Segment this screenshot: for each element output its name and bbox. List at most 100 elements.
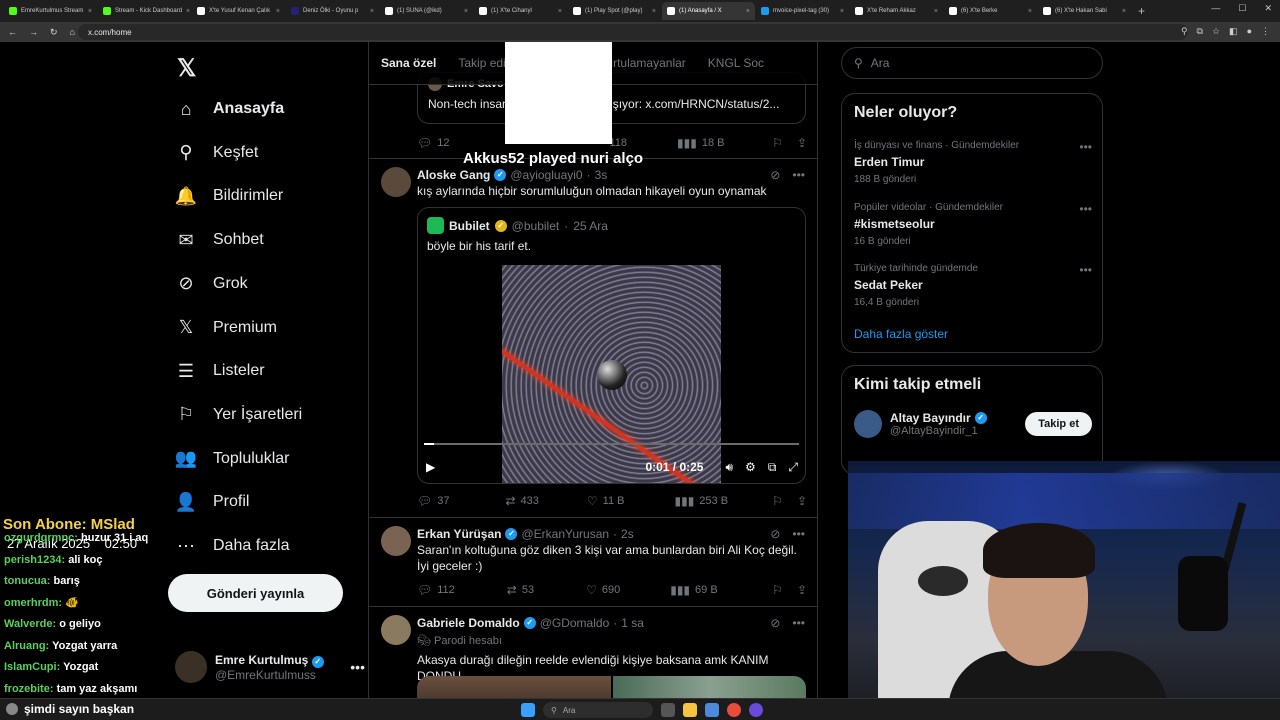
tab-following[interactable]: Takip edi	[458, 56, 505, 70]
tab-kngl[interactable]: KNGL Soc	[708, 56, 764, 70]
more-options-icon[interactable]: •••	[792, 168, 805, 182]
reply-button[interactable]: 💬︎ 112	[417, 583, 455, 597]
extension-icon[interactable]: ◧	[1229, 26, 1238, 37]
obs-icon[interactable]	[749, 703, 763, 717]
nav-item-bell[interactable]: 🔔 Bildirimler	[175, 176, 283, 216]
volume-icon[interactable]: 🔊︎	[725, 460, 733, 475]
tab-close-icon[interactable]: ×	[934, 8, 938, 15]
browser-tab[interactable]: X'te Yusuf Kenan Çalık ×	[192, 2, 285, 20]
tweet-author-name[interactable]: Aloske Gang	[417, 168, 490, 182]
views-button[interactable]: ▮▮▮ 18 B	[677, 136, 724, 150]
browser-tab[interactable]: X'te Reham Akkaz ×	[850, 2, 943, 20]
video-thumbnail[interactable]	[502, 265, 721, 483]
tweet-author-name[interactable]: Gabriele Domaldo	[417, 616, 520, 630]
trend-more-icon[interactable]: •••	[1079, 202, 1092, 216]
views-button[interactable]: ▮▮▮ 253 B	[674, 494, 728, 508]
tab-for-you[interactable]: Sana özel	[381, 56, 436, 70]
share-button[interactable]: ⇪	[797, 494, 807, 508]
browser-tab[interactable]: (6) X'te Berke ×	[944, 2, 1037, 20]
new-tab-icon[interactable]: +	[1138, 4, 1145, 18]
photo[interactable]	[612, 676, 806, 698]
taskbar-search[interactable]: ⚲ Ara	[543, 702, 653, 718]
quoted-tweet-card[interactable]: Bubilet ✓ @bubilet · 25 Ara böyle bir hi…	[417, 207, 806, 484]
tab-close-icon[interactable]: ×	[370, 8, 374, 15]
nav-item-profile[interactable]: 👤 Profil	[175, 482, 250, 522]
bookmark-button[interactable]: ⚐	[772, 136, 783, 150]
nav-item-more[interactable]: ⋯ Daha fazla	[175, 526, 290, 566]
trend-item[interactable]: İş dünyası ve finans · Gündemdekiler Erde…	[854, 140, 1092, 185]
browser-tab[interactable]: EmreKurtulmus Stream ×	[4, 2, 97, 20]
bookmark-button[interactable]: ⚐	[772, 494, 783, 508]
browser-tab[interactable]: (1) SUNA (@ikd) ×	[380, 2, 473, 20]
x-logo-icon[interactable]: 𝕏	[177, 54, 196, 83]
more-options-icon[interactable]: •••	[792, 527, 805, 541]
share-icon[interactable]: ⧉	[1197, 26, 1203, 37]
reload-icon[interactable]: ↻	[50, 27, 58, 38]
grok-icon[interactable]: ⊘	[770, 527, 780, 541]
windows-start-icon[interactable]	[521, 703, 535, 717]
maximize-icon[interactable]: ☐	[1238, 3, 1246, 14]
tab-close-icon[interactable]: ×	[746, 8, 750, 15]
nav-item-bookmark[interactable]: ⚐ Yer İşaretleri	[175, 395, 302, 435]
tweet-photos[interactable]	[417, 676, 806, 698]
grok-icon[interactable]: ⊘	[770, 168, 780, 182]
retweet-button[interactable]: ⇄ 433	[505, 494, 538, 508]
store-icon[interactable]	[705, 703, 719, 717]
close-window-icon[interactable]: ✕	[1264, 3, 1272, 14]
settings-gear-icon[interactable]: ⚙	[745, 460, 756, 474]
browser-tab[interactable]: Stream - Kick Dashboard ×	[98, 2, 191, 20]
zoom-icon[interactable]: ⚲	[1181, 26, 1188, 37]
video-progress-bar[interactable]	[424, 443, 799, 445]
avatar[interactable]	[381, 526, 411, 556]
nav-item-mail[interactable]: ✉ Sohbet	[175, 220, 263, 260]
reply-button[interactable]: 💬︎ 37	[417, 494, 449, 508]
tab-close-icon[interactable]: ×	[652, 8, 656, 15]
account-switcher[interactable]: Emre Kurtulmuş ✓ @EmreKurtulmuss •••	[175, 642, 365, 692]
browser-tab[interactable]: (1) Play Spot (@play) ×	[568, 2, 661, 20]
follow-suggestion[interactable]: Altay Bayındır ✓ @AltayBayindir_1 Takip e…	[854, 410, 1092, 438]
pip-icon[interactable]: ⧉	[768, 460, 777, 475]
nav-item-communities[interactable]: 👥 Topluluklar	[175, 439, 290, 479]
file-explorer-icon[interactable]	[683, 703, 697, 717]
views-button[interactable]: ▮▮▮ 69 B	[670, 583, 717, 597]
avatar[interactable]	[381, 167, 411, 197]
browser-tab[interactable]: (6) X'te Hakan Sabi ×	[1038, 2, 1131, 20]
account-more-icon[interactable]: •••	[350, 659, 365, 675]
tab-close-icon[interactable]: ×	[558, 8, 562, 15]
tab-close-icon[interactable]: ×	[1122, 8, 1126, 15]
trend-item[interactable]: Türkiye tarihinde gündemde Sedat Peker 16,…	[854, 263, 1092, 308]
tab-close-icon[interactable]: ×	[276, 8, 280, 15]
menu-icon[interactable]: ⋮	[1261, 26, 1270, 37]
nav-item-search[interactable]: ⚲ Keşfet	[175, 133, 258, 173]
nav-item-grok[interactable]: ⊘ Grok	[175, 264, 247, 304]
tweet-time[interactable]: 2s	[621, 527, 634, 541]
profile-avatar-icon[interactable]: ●	[1247, 26, 1252, 37]
tweet-handle[interactable]: @ErkanYurusan	[521, 527, 609, 541]
tweet-time[interactable]: 1 sa	[621, 616, 644, 630]
fullscreen-icon[interactable]: ⤢	[788, 460, 798, 475]
minimize-icon[interactable]: —	[1211, 3, 1220, 14]
bookmark-star-icon[interactable]: ☆	[1212, 26, 1220, 37]
share-button[interactable]: ⇪	[797, 136, 807, 150]
post-button[interactable]: Gönderi yayınla	[168, 574, 343, 612]
browser-tab[interactable]: (1) Anasayfa / X ×	[662, 2, 755, 20]
grok-icon[interactable]: ⊘	[770, 616, 780, 630]
avatar[interactable]	[381, 615, 411, 645]
browser-tab[interactable]: mvoice-pixel-tag (30) ×	[756, 2, 849, 20]
tab-close-icon[interactable]: ×	[88, 8, 92, 15]
back-icon[interactable]: ←	[8, 27, 17, 37]
photo[interactable]	[417, 676, 611, 698]
trend-more-icon[interactable]: •••	[1079, 263, 1092, 277]
search-input[interactable]: ⚲ Ara	[841, 47, 1103, 79]
trend-more-icon[interactable]: •••	[1079, 140, 1092, 154]
tab-close-icon[interactable]: ×	[1028, 8, 1032, 15]
tab-close-icon[interactable]: ×	[464, 8, 468, 15]
more-options-icon[interactable]: •••	[792, 616, 805, 630]
show-more-link[interactable]: Daha fazla göster	[854, 327, 948, 341]
home-button-icon[interactable]: ⌂	[70, 27, 75, 37]
trend-item[interactable]: Popüler videolar · Gündemdekiler #kismets…	[854, 202, 1092, 247]
share-button[interactable]: ⇪	[797, 583, 807, 597]
retweet-button[interactable]: 118	[609, 137, 627, 149]
retweet-button[interactable]: ⇄ 53	[507, 583, 534, 597]
browser-tab[interactable]: Deniz Ölki - Oyunu p ×	[286, 2, 379, 20]
